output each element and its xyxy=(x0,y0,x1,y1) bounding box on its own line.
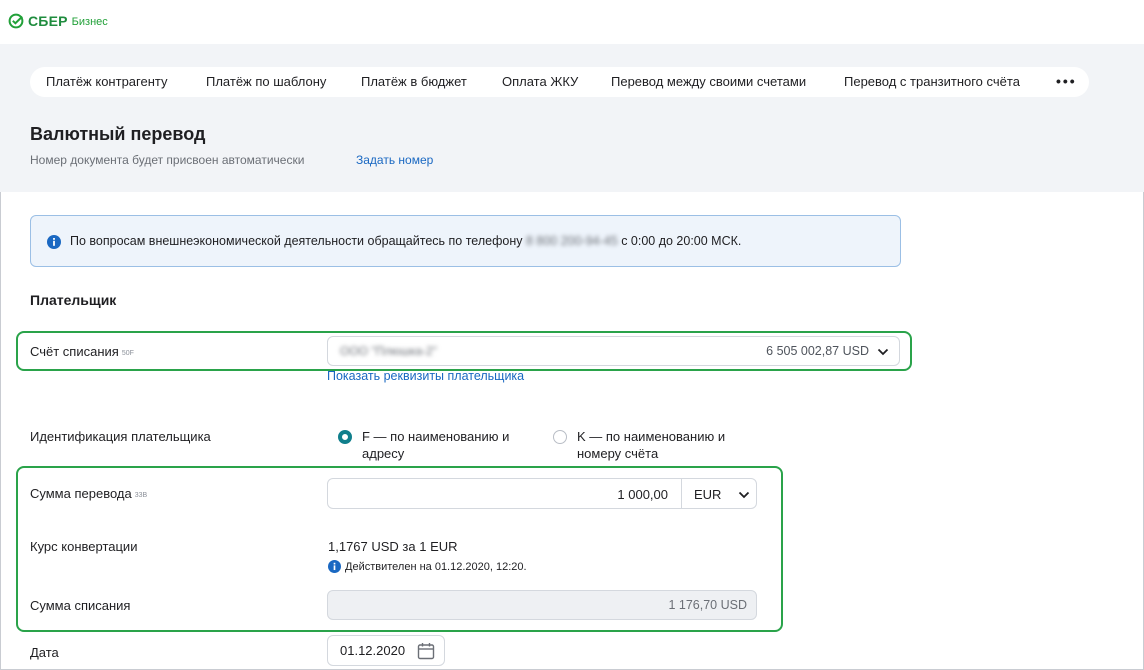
page-subtitle: Номер документа будет присвоен автоматич… xyxy=(30,153,305,167)
date-label: Дата xyxy=(30,645,59,660)
tab-perevod-mezhdu-schetami[interactable]: Перевод между своими счетами xyxy=(611,74,806,89)
info-text: По вопросам внешнеэкономической деятельн… xyxy=(70,234,741,248)
payer-section-title: Плательщик xyxy=(30,292,117,308)
tab-platezh-v-byudzhet[interactable]: Платёж в бюджет xyxy=(361,74,467,89)
date-value: 01.12.2020 xyxy=(340,643,406,658)
info-banner: По вопросам внешнеэкономической деятельн… xyxy=(30,215,901,267)
tab-oplata-zhku[interactable]: Оплата ЖКУ xyxy=(502,74,578,89)
tab-platezh-po-shablonu[interactable]: Платёж по шаблону xyxy=(206,74,326,89)
info-icon xyxy=(47,235,61,249)
currency-divider xyxy=(681,479,682,508)
account-tag: 50F xyxy=(121,350,134,357)
rate-value: 1,1767 USD за 1 EUR xyxy=(328,539,458,554)
rate-label: Курс конвертации xyxy=(30,539,138,554)
currency-value[interactable]: EUR xyxy=(694,487,721,502)
sber-logo[interactable]: СБЕР Бизнес xyxy=(8,13,108,29)
tab-perevod-s-tranzitnogo[interactable]: Перевод с транзитного счёта xyxy=(844,74,1020,89)
rate-note: Действителен на 01.12.2020, 12:20. xyxy=(328,560,527,573)
amount-tag: 33B xyxy=(134,492,148,499)
identification-label: Идентификация плательщика xyxy=(30,429,211,444)
account-label-text: Счёт списания xyxy=(30,344,119,359)
page-title: Валютный перевод xyxy=(30,124,206,144)
chevron-down-icon xyxy=(877,348,889,356)
sber-logo-icon xyxy=(8,13,24,29)
brand-name: СБЕР xyxy=(28,13,68,29)
debit-value: 1 176,70 USD xyxy=(668,598,747,612)
account-select[interactable]: ООО "Плюшка-2" 6 505 002,87 USD xyxy=(327,336,900,366)
radio-f[interactable] xyxy=(338,430,352,444)
amount-field[interactable]: 1 000,00 EUR xyxy=(327,478,757,509)
info-icon xyxy=(328,560,341,573)
radio-f-label[interactable]: F — по наименованию и адресу xyxy=(362,428,527,462)
debit-amount-field: 1 176,70 USD xyxy=(327,590,757,620)
tab-platezh-kontragentu[interactable]: Платёж контрагенту xyxy=(46,74,168,89)
debit-label: Сумма списания xyxy=(30,598,131,613)
account-balance: 6 505 002,87 USD xyxy=(766,344,869,358)
info-text-before: По вопросам внешнеэкономической деятельн… xyxy=(70,234,523,248)
payment-type-tabs: Платёж контрагенту Платёж по шаблону Пла… xyxy=(30,67,1089,97)
account-name: ООО "Плюшка-2" xyxy=(340,344,437,358)
date-field[interactable]: 01.12.2020 xyxy=(327,635,445,666)
rate-note-text: Действителен на 01.12.2020, 12:20. xyxy=(345,560,527,573)
more-icon[interactable]: ••• xyxy=(1056,73,1077,89)
info-phone: 8 800 200-94-45 xyxy=(525,234,618,248)
account-label: Счёт списания 50F xyxy=(30,344,134,359)
amount-label: Сумма перевода 33B xyxy=(30,486,147,501)
info-text-after: с 0:00 до 20:00 МСК. xyxy=(621,234,742,248)
chevron-down-icon[interactable] xyxy=(738,491,750,499)
brand-sub: Бизнес xyxy=(71,16,108,28)
set-number-link[interactable]: Задать номер xyxy=(356,153,433,167)
show-payer-details-link[interactable]: Показать реквизиты плательщика xyxy=(327,369,524,383)
top-bar: СБЕР Бизнес xyxy=(0,0,1144,44)
calendar-icon[interactable] xyxy=(417,642,435,660)
radio-k[interactable] xyxy=(553,430,567,444)
amount-label-text: Сумма перевода xyxy=(30,486,132,501)
radio-k-label[interactable]: K — по наименованию и номеру счёта xyxy=(577,428,742,462)
amount-value: 1 000,00 xyxy=(617,487,668,502)
